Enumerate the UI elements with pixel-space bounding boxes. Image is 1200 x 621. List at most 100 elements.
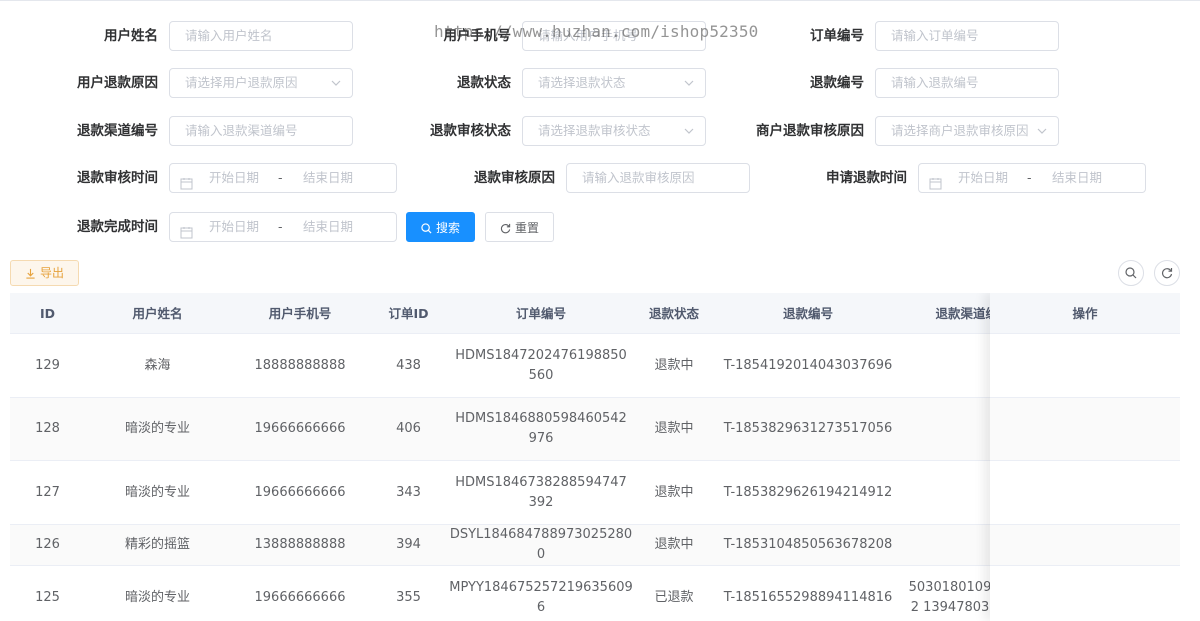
cell-refund-no: T-1853829626194214912	[723, 484, 893, 500]
end-date-placeholder: 结束日期	[303, 219, 354, 234]
col-phone: 用户手机号	[268, 306, 332, 321]
start-date-placeholder: 开始日期	[209, 170, 260, 185]
actions-cell	[990, 398, 1180, 461]
refund-no-input[interactable]: 请输入退款编号	[875, 68, 1059, 98]
search-icon	[421, 223, 432, 234]
cell-id: 125	[35, 589, 60, 605]
reset-button[interactable]: 重置	[485, 212, 554, 242]
cell-order-id: 355	[396, 589, 421, 605]
col-order-id: 订单ID	[388, 306, 429, 321]
cell-name: 暗淡的专业	[124, 589, 190, 605]
refund-management-page: 用户姓名 请输入用户姓名 用户手机号 请输入用户手机号 订单编号 请输入订单编号…	[0, 0, 1200, 621]
user-refund-reason-placeholder: 请选择用户退款原因	[185, 75, 298, 90]
watermark: https://www.huzhan.com/ishop52350	[434, 22, 759, 41]
audit-status-placeholder: 请选择退款审核状态	[538, 123, 651, 138]
calendar-icon	[180, 221, 193, 239]
download-icon	[26, 268, 35, 279]
toggle-search-button[interactable]	[1118, 260, 1144, 286]
cell-order-id: 394	[396, 537, 421, 552]
cell-order-no: MPYY1846752572196356096	[449, 579, 633, 615]
audit-status-select[interactable]: 请选择退款审核状态	[522, 116, 706, 146]
cell-status: 退款中	[654, 537, 694, 552]
col-name: 用户姓名	[132, 306, 183, 321]
cell-refund-no: T-1853104850563678208	[723, 537, 893, 552]
cell-id: 127	[35, 484, 60, 500]
date-separator: -	[278, 170, 283, 185]
cell-phone: 19666666666	[254, 421, 346, 436]
refund-status-select[interactable]: 请选择退款状态	[522, 68, 706, 98]
actions-cell	[990, 525, 1180, 566]
refresh-icon	[1161, 268, 1173, 279]
cell-phone: 13888888888	[254, 537, 346, 552]
audit-time-range[interactable]: 开始日期 - 结束日期	[169, 163, 397, 193]
cell-refund-no: T-1854192014043037696	[723, 357, 893, 373]
cell-phone: 19666666666	[254, 484, 346, 500]
cell-name: 暗淡的专业	[124, 421, 190, 436]
cell-channel	[903, 334, 993, 397]
cell-name: 精彩的摇篮	[124, 537, 190, 552]
refund-status-placeholder: 请选择退款状态	[538, 75, 626, 90]
cell-id: 126	[35, 537, 60, 552]
cell-order-no: HDMS1847202476198850560	[455, 347, 627, 383]
user-refund-reason-label: 用户退款原因	[77, 75, 158, 91]
date-separator: -	[1027, 170, 1032, 185]
refund-channel-label: 退款渠道编号	[77, 123, 158, 139]
top-divider	[0, 0, 1200, 1]
cell-channel: 50301801092 13947803	[908, 579, 992, 615]
user-name-input[interactable]: 请输入用户姓名	[169, 21, 353, 51]
chevron-down-icon	[1036, 125, 1048, 137]
cell-name: 暗淡的专业	[124, 484, 190, 500]
col-id: ID	[39, 306, 56, 321]
audit-time-label: 退款审核时间	[77, 170, 158, 186]
actions-cell	[990, 334, 1180, 398]
refund-table: ID 用户姓名 用户手机号 订单ID 订单编号 退款状态 退款编号 退款渠道编号…	[10, 293, 1180, 621]
cell-order-no: DSYL1846847889730252800	[449, 527, 633, 562]
apply-time-range[interactable]: 开始日期 - 结束日期	[918, 163, 1146, 193]
audit-status-label: 退款审核状态	[430, 123, 511, 139]
user-refund-reason-select[interactable]: 请选择用户退款原因	[169, 68, 353, 98]
cell-phone: 19666666666	[254, 589, 346, 605]
refresh-table-button[interactable]	[1154, 260, 1180, 286]
refresh-icon	[500, 223, 511, 234]
cell-order-id: 343	[396, 484, 421, 500]
end-date-placeholder: 结束日期	[303, 170, 354, 185]
chevron-down-icon	[683, 77, 695, 89]
order-no-label: 订单编号	[810, 28, 864, 44]
audit-reason-input[interactable]: 请输入退款审核原因	[566, 163, 750, 193]
reset-button-label: 重置	[514, 221, 539, 235]
cell-order-no: HDMS1846880598460542976	[455, 411, 627, 446]
search-icon	[1125, 267, 1137, 279]
merchant-audit-reason-label: 商户退款审核原因	[756, 123, 864, 139]
cell-phone: 18888888888	[254, 357, 346, 373]
col-actions: 操作	[990, 293, 1180, 334]
cell-order-no: HDMS1846738288594747392	[455, 474, 627, 510]
cell-channel	[903, 398, 993, 460]
finish-time-range[interactable]: 开始日期 - 结束日期	[169, 212, 397, 242]
actions-cell	[990, 566, 1180, 621]
refund-channel-input[interactable]: 请输入退款渠道编号	[169, 116, 353, 146]
export-button[interactable]: 导出	[10, 260, 79, 286]
order-no-input[interactable]: 请输入订单编号	[875, 21, 1059, 51]
col-status: 退款状态	[648, 306, 699, 321]
col-order-no: 订单编号	[515, 306, 566, 321]
chevron-down-icon	[683, 125, 695, 137]
cell-id: 129	[35, 357, 60, 373]
apply-time-label: 申请退款时间	[826, 170, 907, 186]
chevron-down-icon	[330, 77, 342, 89]
merchant-audit-reason-select[interactable]: 请选择商户退款审核原因	[875, 116, 1059, 146]
refund-status-label: 退款状态	[457, 75, 511, 91]
cell-status: 已退款	[654, 589, 694, 605]
search-button-label: 搜索	[435, 221, 460, 235]
cell-order-id: 406	[396, 421, 421, 436]
audit-reason-label: 退款审核原因	[474, 170, 555, 186]
cell-channel	[903, 525, 993, 565]
cell-status: 退款中	[654, 484, 694, 500]
end-date-placeholder: 结束日期	[1052, 170, 1103, 185]
cell-refund-no: T-1853829631273517056	[723, 421, 893, 436]
cell-status: 退款中	[654, 357, 694, 373]
date-separator: -	[278, 219, 283, 234]
start-date-placeholder: 开始日期	[209, 219, 260, 234]
calendar-icon	[180, 172, 193, 190]
refund-no-label: 退款编号	[810, 75, 864, 91]
search-button[interactable]: 搜索	[406, 212, 475, 242]
